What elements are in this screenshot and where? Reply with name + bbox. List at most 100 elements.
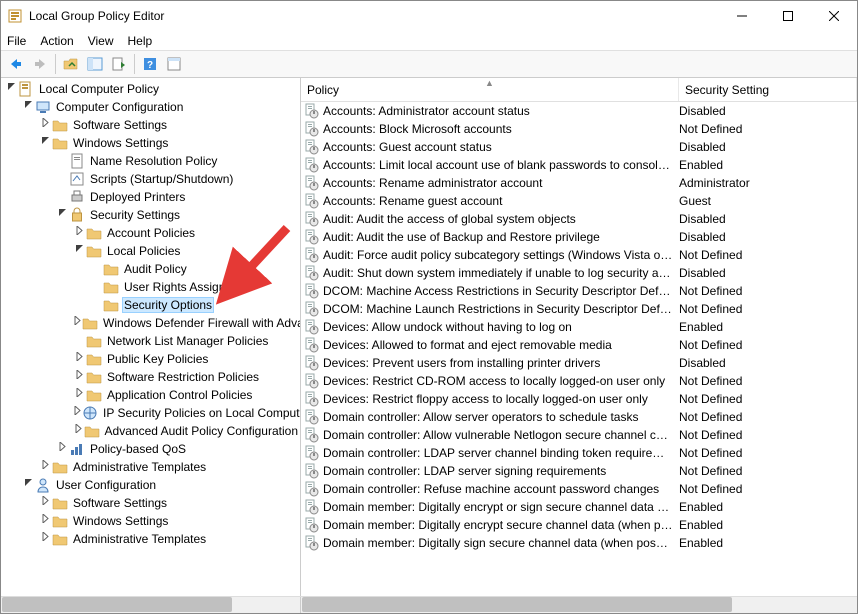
tree-item-label: Administrative Templates [71,460,208,474]
expand-icon[interactable] [73,226,86,240]
export-button[interactable] [108,53,130,75]
policy-icon [303,427,319,443]
tree-item[interactable]: Administrative Templates [1,458,300,476]
policy-row[interactable]: DCOM: Machine Launch Restrictions in Sec… [301,300,857,318]
tree-item[interactable]: Public Key Policies [1,350,300,368]
back-button[interactable] [5,53,27,75]
policy-row[interactable]: Accounts: Administrator account statusDi… [301,102,857,120]
menubar: File Action View Help [1,31,857,50]
help-button[interactable]: ? [139,53,161,75]
tree-item[interactable]: Name Resolution Policy [1,152,300,170]
expand-icon[interactable] [39,460,52,474]
policy-row[interactable]: Accounts: Rename guest accountGuest [301,192,857,210]
policy-row[interactable]: Domain controller: LDAP server signing r… [301,462,857,480]
expand-icon[interactable] [39,496,52,510]
policy-name: Accounts: Limit local account use of bla… [323,158,679,172]
policy-row[interactable]: Devices: Prevent users from installing p… [301,354,857,372]
policy-setting: Not Defined [679,302,857,316]
folder-icon [52,117,68,133]
expand-icon[interactable] [56,442,69,456]
expand-icon[interactable] [73,406,82,420]
collapse-icon[interactable] [22,100,35,114]
maximize-button[interactable] [765,1,811,31]
tree-item[interactable]: Local Computer Policy [1,80,300,98]
expand-icon[interactable] [73,388,86,402]
collapse-icon[interactable] [73,244,86,258]
collapse-icon[interactable] [56,208,69,222]
policy-row[interactable]: Accounts: Limit local account use of bla… [301,156,857,174]
tree-pane[interactable]: Local Computer PolicyComputer Configurat… [1,78,301,596]
policy-row[interactable]: Domain controller: LDAP server channel b… [301,444,857,462]
policy-icon [303,319,319,335]
up-button[interactable] [60,53,82,75]
expand-icon[interactable] [73,370,86,384]
policy-row[interactable]: Devices: Restrict floppy access to local… [301,390,857,408]
tree-item[interactable]: Computer Configuration [1,98,300,116]
tree-item[interactable]: Windows Settings [1,512,300,530]
policy-row[interactable]: Domain member: Digitally sign secure cha… [301,534,857,552]
policy-row[interactable]: Audit: Shut down system immediately if u… [301,264,857,282]
forward-button[interactable] [29,53,51,75]
policy-row[interactable]: Domain member: Digitally encrypt secure … [301,516,857,534]
tree-item[interactable]: Software Settings [1,494,300,512]
tree-item[interactable]: Application Control Policies [1,386,300,404]
menu-action[interactable]: Action [40,34,73,48]
tree-item[interactable]: Network List Manager Policies [1,332,300,350]
list-scrollbar[interactable] [301,597,857,613]
policy-row[interactable]: Domain controller: Allow server operator… [301,408,857,426]
policy-name: Devices: Restrict CD-ROM access to local… [323,374,679,388]
properties-button[interactable] [163,53,185,75]
policy-row[interactable]: DCOM: Machine Access Restrictions in Sec… [301,282,857,300]
tree-item[interactable]: IP Security Policies on Local Computer [1,404,300,422]
column-setting[interactable]: Security Setting [679,78,857,101]
policy-row[interactable]: Domain member: Digitally encrypt or sign… [301,498,857,516]
policy-row[interactable]: Audit: Audit the access of global system… [301,210,857,228]
tree-item[interactable]: Policy-based QoS [1,440,300,458]
policy-row[interactable]: Devices: Allowed to format and eject rem… [301,336,857,354]
close-button[interactable] [811,1,857,31]
policy-row[interactable]: Audit: Audit the use of Backup and Resto… [301,228,857,246]
expand-icon[interactable] [73,424,84,438]
policy-name: Devices: Allowed to format and eject rem… [323,338,679,352]
policy-row[interactable]: Domain controller: Allow vulnerable Netl… [301,426,857,444]
menu-file[interactable]: File [7,34,26,48]
policy-row[interactable]: Accounts: Guest account statusDisabled [301,138,857,156]
policy-setting: Disabled [679,266,857,280]
tree-item[interactable]: Software Settings [1,116,300,134]
column-label: Security Setting [685,83,769,97]
window: Local Group Policy Editor File Action Vi… [0,0,858,614]
tree-item[interactable]: Advanced Audit Policy Configuration [1,422,300,440]
menu-view[interactable]: View [88,34,114,48]
tree-item-label: Name Resolution Policy [88,154,219,168]
collapse-icon[interactable] [22,478,35,492]
tree-item[interactable]: Scripts (Startup/Shutdown) [1,170,300,188]
expand-icon[interactable] [39,514,52,528]
show-hide-tree-button[interactable] [84,53,106,75]
collapse-icon[interactable] [5,82,18,96]
minimize-button[interactable] [719,1,765,31]
app-icon [7,8,23,24]
policy-row[interactable]: Devices: Allow undock without having to … [301,318,857,336]
policy-name: Accounts: Rename administrator account [323,176,679,190]
tree-item[interactable]: Windows Settings [1,134,300,152]
tree-scrollbar[interactable] [1,597,301,613]
list-body[interactable]: Accounts: Administrator account statusDi… [301,102,857,596]
policy-row[interactable]: Domain controller: Refuse machine accoun… [301,480,857,498]
column-policy[interactable]: Policy ▲ [301,78,679,101]
menu-help[interactable]: Help [128,34,153,48]
policy-row[interactable]: Audit: Force audit policy subcategory se… [301,246,857,264]
expand-icon[interactable] [73,316,82,330]
svg-text:?: ? [147,60,153,71]
tree-item[interactable]: User Configuration [1,476,300,494]
tree-item[interactable]: Administrative Templates [1,530,300,548]
tree-item[interactable]: Software Restriction Policies [1,368,300,386]
policy-row[interactable]: Devices: Restrict CD-ROM access to local… [301,372,857,390]
expand-icon[interactable] [73,352,86,366]
collapse-icon[interactable] [39,136,52,150]
policy-row[interactable]: Accounts: Rename administrator accountAd… [301,174,857,192]
expand-icon[interactable] [39,118,52,132]
tree-item[interactable]: Deployed Printers [1,188,300,206]
expand-icon[interactable] [39,532,52,546]
policy-row[interactable]: Accounts: Block Microsoft accountsNot De… [301,120,857,138]
folder-icon [86,243,102,259]
